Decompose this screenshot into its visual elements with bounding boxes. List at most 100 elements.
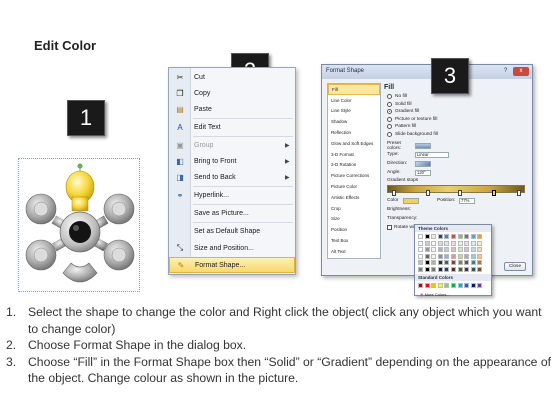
color-swatch[interactable] bbox=[464, 247, 470, 253]
more-colors-link[interactable]: ◉ More Colors... bbox=[415, 292, 491, 297]
nav-item-artistic-effects[interactable]: Artistic Effects bbox=[328, 192, 380, 203]
color-swatch[interactable] bbox=[464, 282, 470, 288]
nav-item-picture-corrections[interactable]: Picture Corrections bbox=[328, 170, 380, 181]
color-swatch[interactable] bbox=[424, 266, 430, 272]
color-swatch[interactable] bbox=[457, 247, 463, 253]
gradient-stop-handle[interactable] bbox=[392, 190, 396, 196]
menu-item-hyperlink[interactable]: ⚭ Hyperlink... bbox=[169, 187, 295, 203]
radio-pattern-fill[interactable]: Pattern fill bbox=[384, 123, 528, 131]
color-swatch[interactable] bbox=[470, 247, 476, 253]
color-swatch[interactable] bbox=[464, 234, 470, 239]
close-button[interactable]: Close bbox=[504, 262, 526, 271]
color-swatch[interactable] bbox=[457, 266, 463, 272]
menu-item-save-as-picture[interactable]: Save as Picture... bbox=[169, 205, 295, 221]
color-swatch[interactable] bbox=[437, 266, 443, 272]
rotate-checkbox[interactable] bbox=[387, 225, 392, 230]
petal-left-top[interactable] bbox=[25, 193, 57, 225]
nav-item-glow[interactable]: Glow and Soft Edges bbox=[328, 138, 380, 149]
nav-item-reflection[interactable]: Reflection bbox=[328, 127, 380, 138]
color-swatch[interactable] bbox=[457, 240, 463, 246]
color-swatch[interactable] bbox=[418, 240, 423, 246]
color-swatch[interactable] bbox=[431, 247, 437, 253]
nav-item-fill[interactable]: Fill bbox=[328, 84, 380, 95]
color-swatch[interactable] bbox=[418, 253, 423, 259]
gradient-stop-handle[interactable] bbox=[426, 190, 430, 196]
color-swatch[interactable] bbox=[444, 240, 450, 246]
color-swatch[interactable] bbox=[470, 240, 476, 246]
color-swatch[interactable] bbox=[470, 253, 476, 259]
color-swatch[interactable] bbox=[450, 266, 456, 272]
menu-item-edit-text[interactable]: A Edit Text bbox=[169, 119, 295, 135]
color-swatch[interactable] bbox=[444, 266, 450, 272]
nav-item-3d-rotation[interactable]: 3-D Rotation bbox=[328, 160, 380, 171]
gradient-stop-handle[interactable] bbox=[517, 190, 521, 196]
color-swatch[interactable] bbox=[477, 240, 483, 246]
color-swatch[interactable] bbox=[431, 266, 437, 272]
color-swatch[interactable] bbox=[424, 234, 430, 239]
nav-item-text-box[interactable]: Text Box bbox=[328, 235, 380, 246]
color-swatch[interactable] bbox=[418, 247, 423, 253]
menu-item-cut[interactable]: ✂ Cut bbox=[169, 69, 295, 85]
direction-dropdown[interactable] bbox=[415, 160, 431, 167]
color-swatch[interactable] bbox=[437, 282, 443, 288]
nav-item-alt-text[interactable]: Alt Text bbox=[328, 246, 380, 257]
nav-item-line-color[interactable]: Line Color bbox=[328, 95, 380, 106]
nav-item-position[interactable]: Position bbox=[328, 224, 380, 235]
radio-solid-fill[interactable]: Solid fill bbox=[384, 101, 528, 109]
color-swatch[interactable] bbox=[444, 260, 450, 266]
color-swatch[interactable] bbox=[424, 282, 430, 288]
menu-item-group[interactable]: ▣ Group ▶ bbox=[169, 137, 295, 153]
color-swatch[interactable] bbox=[424, 240, 430, 246]
gradient-stop-handle-selected[interactable] bbox=[492, 190, 496, 196]
menu-item-send-to-back[interactable]: ◨ Send to Back ▶ bbox=[169, 169, 295, 185]
color-swatch[interactable] bbox=[450, 282, 456, 288]
menu-item-format-shape[interactable]: ✎ Format Shape... bbox=[169, 257, 295, 273]
color-swatch[interactable] bbox=[477, 234, 483, 239]
color-swatch[interactable] bbox=[431, 253, 437, 259]
color-swatch[interactable] bbox=[418, 282, 423, 288]
color-swatch[interactable] bbox=[431, 260, 437, 266]
color-swatch[interactable] bbox=[437, 247, 443, 253]
nav-item-picture-color[interactable]: Picture Color bbox=[328, 181, 380, 192]
center-hub[interactable] bbox=[59, 211, 101, 253]
color-swatch[interactable] bbox=[431, 234, 437, 239]
color-swatch[interactable] bbox=[444, 234, 450, 239]
nav-item-size[interactable]: Size bbox=[328, 214, 380, 225]
petal-top-selected[interactable] bbox=[65, 163, 95, 212]
type-dropdown[interactable]: Linear bbox=[415, 151, 449, 158]
radio-slide-background-fill[interactable]: Slide background fill bbox=[384, 131, 528, 139]
petal-right-top[interactable] bbox=[103, 193, 135, 225]
menu-item-copy[interactable]: ❐ Copy bbox=[169, 85, 295, 101]
color-dropdown[interactable] bbox=[403, 197, 419, 204]
angle-input[interactable]: 120° bbox=[415, 169, 431, 176]
color-swatch[interactable] bbox=[450, 253, 456, 259]
color-swatch[interactable] bbox=[470, 260, 476, 266]
gradient-stop-handle[interactable] bbox=[458, 190, 462, 196]
menu-item-paste[interactable]: ▤ Paste bbox=[169, 101, 295, 117]
color-swatch[interactable] bbox=[418, 260, 423, 266]
color-swatch[interactable] bbox=[424, 247, 430, 253]
gradient-stops-slider[interactable] bbox=[384, 185, 528, 196]
color-swatch[interactable] bbox=[470, 282, 476, 288]
color-swatch[interactable] bbox=[470, 266, 476, 272]
shape-diagram[interactable] bbox=[18, 158, 140, 292]
close-icon[interactable]: x bbox=[513, 67, 529, 76]
color-swatch[interactable] bbox=[464, 253, 470, 259]
nav-item-3d-format[interactable]: 3-D Format bbox=[328, 149, 380, 160]
color-swatch[interactable] bbox=[457, 282, 463, 288]
color-swatch[interactable] bbox=[470, 234, 476, 239]
menu-item-bring-to-front[interactable]: ◧ Bring to Front ▶ bbox=[169, 153, 295, 169]
color-swatch[interactable] bbox=[444, 253, 450, 259]
color-swatch[interactable] bbox=[450, 247, 456, 253]
color-swatch[interactable] bbox=[431, 240, 437, 246]
color-swatch[interactable] bbox=[477, 247, 483, 253]
petal-left-bottom[interactable] bbox=[25, 239, 57, 271]
menu-item-size-and-position[interactable]: ⤡ Size and Position... bbox=[169, 240, 295, 256]
color-swatch[interactable] bbox=[444, 247, 450, 253]
color-swatch[interactable] bbox=[437, 234, 443, 239]
radio-gradient-fill[interactable]: Gradient fill bbox=[384, 108, 528, 116]
color-swatch[interactable] bbox=[450, 240, 456, 246]
color-swatch[interactable] bbox=[457, 253, 463, 259]
radio-picture-fill[interactable]: Picture or texture fill bbox=[384, 116, 528, 124]
color-swatch[interactable] bbox=[464, 266, 470, 272]
